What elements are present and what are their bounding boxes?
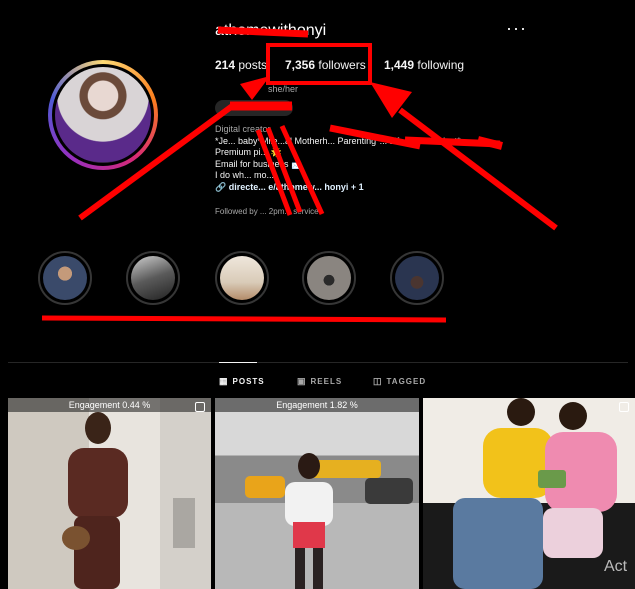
underline-mark (41, 315, 447, 323)
highlight-box (266, 43, 372, 85)
redaction-mark (279, 124, 325, 216)
redaction-mark (217, 26, 309, 38)
arrow-line (78, 101, 237, 221)
arrow-line (398, 107, 558, 231)
annotation-overlay (41, 26, 558, 323)
